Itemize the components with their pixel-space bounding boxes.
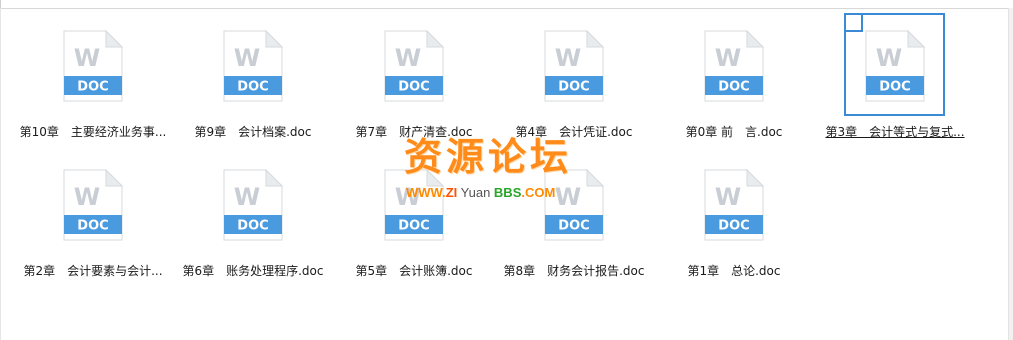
file-name: 第6章 账务处理程序.doc [182, 264, 324, 278]
word-doc-icon: W DOC [542, 169, 606, 241]
doc-file-graphic: W DOC [223, 30, 284, 102]
doc-letter: W [555, 183, 581, 211]
doc-file-graphic: W DOC [544, 169, 605, 241]
top-bar-edge [0, 0, 1, 8]
doc-letter: W [555, 44, 581, 72]
file-item-selected[interactable]: W DOC 第3章 会计等式与复式... [815, 10, 975, 140]
word-doc-icon: W DOC [61, 30, 125, 102]
doc-letter: W [74, 44, 100, 72]
word-doc-icon: W DOC [221, 30, 285, 102]
doc-badge-label: DOC [237, 219, 268, 234]
file-grid: W DOC 第10章 主要经济业务事... W DOC 第9章 会计档案.doc W… [0, 10, 1000, 330]
file-item[interactable]: W DOC 第4章 会计凭证.doc [494, 10, 654, 140]
word-doc-icon: W DOC [382, 169, 446, 241]
file-name: 第8章 财务会计报告.doc [503, 264, 645, 278]
doc-file-graphic: W DOC [223, 169, 284, 241]
doc-badge-label: DOC [558, 80, 589, 95]
word-doc-icon: W DOC [542, 30, 606, 102]
doc-file-graphic: W DOC [384, 169, 445, 241]
word-doc-icon: W DOC [702, 30, 766, 102]
file-item[interactable]: W DOC 第9章 会计档案.doc [173, 10, 333, 140]
doc-file-graphic: W DOC [865, 30, 926, 102]
word-doc-icon: W DOC [702, 169, 766, 241]
doc-badge-label: DOC [237, 80, 268, 95]
doc-badge-label: DOC [77, 80, 108, 95]
doc-file-graphic: W DOC [384, 30, 445, 102]
file-name: 第2章 会计要素与会计... [23, 264, 163, 278]
file-name: 第1章 总论.doc [687, 264, 781, 278]
file-item[interactable]: W DOC 第8章 财务会计报告.doc [494, 149, 654, 279]
file-name: 第4章 会计凭证.doc [515, 125, 633, 139]
doc-letter: W [234, 44, 260, 72]
selection-checkbox[interactable] [844, 13, 863, 32]
doc-letter: W [395, 183, 421, 211]
file-item[interactable]: W DOC 第7章 财产清查.doc [334, 10, 494, 140]
word-doc-icon: W DOC [382, 30, 446, 102]
doc-badge-label: DOC [718, 219, 749, 234]
doc-file-graphic: W DOC [63, 30, 124, 102]
doc-badge-label: DOC [879, 80, 910, 95]
doc-letter: W [395, 44, 421, 72]
doc-letter: W [234, 183, 260, 211]
doc-file-graphic: W DOC [704, 30, 765, 102]
scrollbar[interactable] [1008, 8, 1013, 340]
doc-letter: W [876, 44, 902, 72]
doc-file-graphic: W DOC [544, 30, 605, 102]
doc-letter: W [715, 183, 741, 211]
top-bar [0, 0, 1013, 9]
doc-file-graphic: W DOC [704, 169, 765, 241]
word-doc-icon: W DOC [221, 169, 285, 241]
file-item[interactable]: W DOC 第1章 总论.doc [654, 149, 814, 279]
file-item[interactable]: W DOC 第0章 前 言.doc [654, 10, 814, 140]
doc-badge-label: DOC [77, 219, 108, 234]
doc-badge-label: DOC [398, 80, 429, 95]
file-item[interactable]: W DOC 第10章 主要经济业务事... [13, 10, 173, 140]
file-name: 第7章 财产清查.doc [355, 125, 473, 139]
word-doc-icon: W DOC [863, 30, 927, 102]
word-doc-icon: W DOC [61, 169, 125, 241]
file-name: 第5章 会计账簿.doc [355, 264, 473, 278]
doc-badge-label: DOC [718, 80, 749, 95]
doc-badge-label: DOC [558, 219, 589, 234]
file-name: 第10章 主要经济业务事... [19, 125, 167, 139]
file-item[interactable]: W DOC 第5章 会计账簿.doc [334, 149, 494, 279]
doc-letter: W [74, 183, 100, 211]
doc-letter: W [715, 44, 741, 72]
file-name: 第9章 会计档案.doc [194, 125, 312, 139]
doc-badge-label: DOC [398, 219, 429, 234]
file-item[interactable]: W DOC 第2章 会计要素与会计... [13, 149, 173, 279]
file-item[interactable]: W DOC 第6章 账务处理程序.doc [173, 149, 333, 279]
file-name: 第0章 前 言.doc [685, 125, 783, 139]
doc-file-graphic: W DOC [63, 169, 124, 241]
file-name: 第3章 会计等式与复式... [825, 125, 965, 139]
